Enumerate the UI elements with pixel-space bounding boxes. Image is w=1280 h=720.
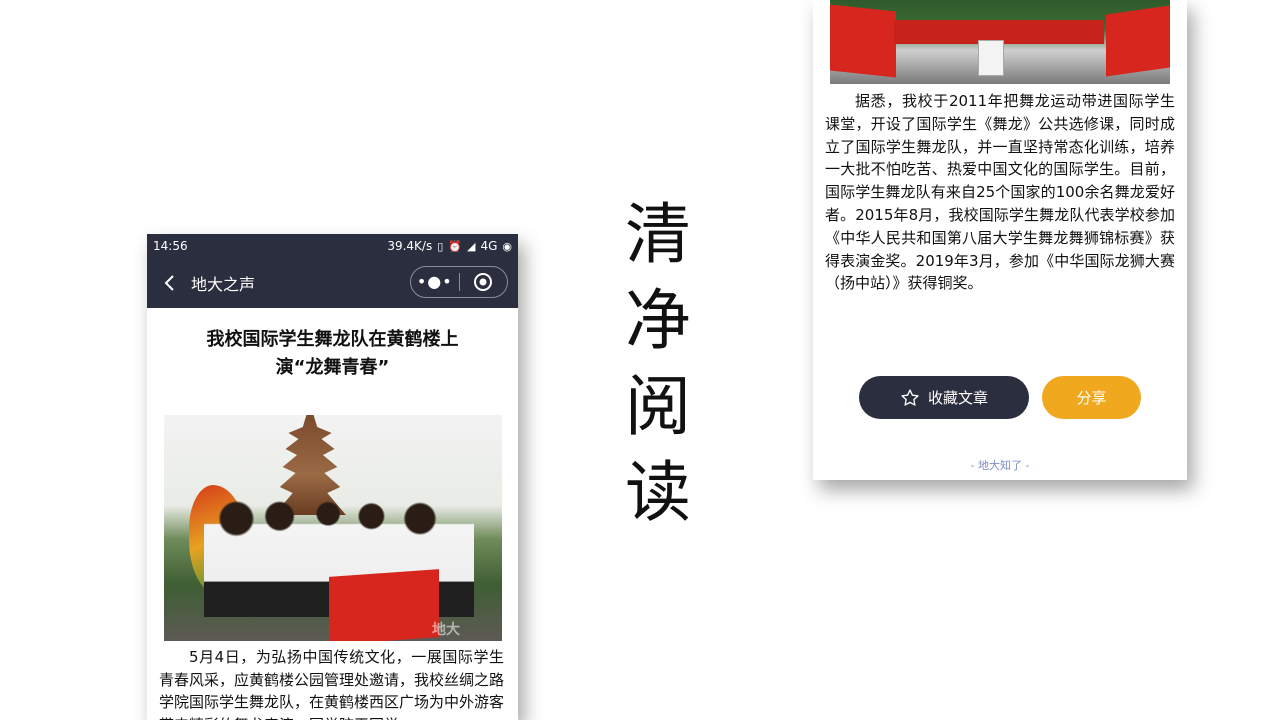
red-flag-shape [329, 569, 439, 641]
close-miniprogram-icon[interactable] [460, 272, 508, 292]
favorite-article-button[interactable]: 收藏文章 [859, 376, 1029, 419]
article-photo-yellow-crane-tower: 地大 [164, 415, 502, 641]
footer-brand: - 地大知了 - [970, 459, 1030, 472]
article-title: 我校国际学生舞龙队在黄鹤楼上 演“龙舞青春” [177, 326, 488, 382]
article-paragraph: 5月4日，为弘扬中国传统文化，一展国际学生青春风采，应黄鹤楼公园管理处邀请，我校… [159, 648, 505, 720]
status-bar: 14:56 39.4K/s ▯ ⏰ ◢ 4G ◉ [147, 234, 518, 258]
caption-char-1: 清 [625, 196, 691, 273]
vibrate-icon: ▯ [437, 239, 444, 253]
article-title-line-1: 我校国际学生舞龙队在黄鹤楼上 [206, 329, 459, 350]
back-chevron-icon[interactable] [161, 274, 179, 292]
share-button[interactable]: 分享 [1042, 376, 1141, 419]
phone-left-article-view: 14:56 39.4K/s ▯ ⏰ ◢ 4G ◉ 地大之声 •●• 我校国际学生… [147, 234, 518, 720]
network-type: 4G [480, 239, 498, 253]
battery-icon: ◉ [502, 239, 512, 253]
sign-board-shape [978, 40, 1004, 76]
status-time: 14:56 [153, 239, 188, 253]
miniprogram-capsule: •●• [410, 266, 508, 298]
nav-title: 地大之声 [191, 275, 256, 294]
caption-char-2: 净 [625, 282, 691, 359]
nav-bar: 地大之声 •●• [147, 258, 518, 308]
more-menu-button[interactable]: •●• [411, 267, 459, 297]
red-flag-left-shape [830, 4, 896, 78]
caption-char-4: 读 [625, 454, 691, 531]
article-title-line-2: 演“龙舞青春” [275, 357, 390, 378]
article-photo-team-banner [830, 0, 1170, 84]
star-icon [901, 388, 919, 406]
caption-char-3: 阅 [625, 368, 691, 445]
red-flag-right-shape [1106, 5, 1170, 77]
share-label: 分享 [1076, 389, 1107, 407]
status-indicators: 39.4K/s ▯ ⏰ ◢ 4G ◉ [387, 239, 512, 253]
favorite-label: 收藏文章 [927, 389, 988, 407]
article-paragraph-2: 据悉，我校于2011年把舞龙运动带进国际学生课堂，开设了国际学生《舞龙》公共选修… [825, 92, 1175, 293]
photo-watermark: 地大 [432, 622, 460, 638]
signal-icon: ◢ [466, 239, 476, 253]
clean-reading-caption: 清 净 阅 读 [618, 192, 698, 536]
alarm-icon: ⏰ [448, 239, 462, 253]
network-speed: 39.4K/s [387, 239, 433, 253]
phone-right-article-end: 据悉，我校于2011年把舞龙运动带进国际学生课堂，开设了国际学生《舞龙》公共选修… [813, 0, 1187, 480]
